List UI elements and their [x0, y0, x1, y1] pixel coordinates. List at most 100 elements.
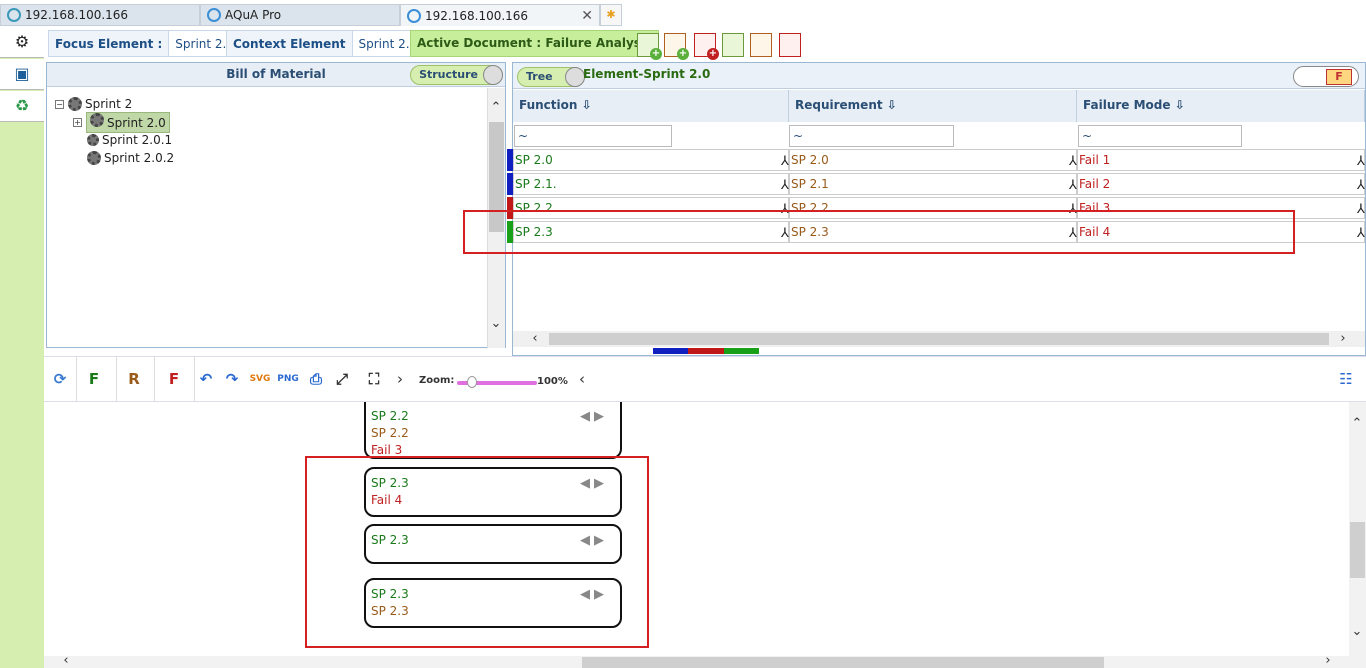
ie-icon [207, 8, 221, 22]
grid-header-bar: Tree Element-Sprint 2.0 F [513, 63, 1365, 89]
hierarchy-icon[interactable]: ⅄ [1357, 152, 1365, 172]
structure-toggle[interactable]: Structure [410, 65, 503, 85]
scroll-down-icon[interactable]: ⌄ [1349, 624, 1365, 639]
scroll-right-icon[interactable]: › [1335, 331, 1351, 346]
browser-tab-1[interactable]: 192.168.100.166 [0, 4, 200, 26]
tree-node-sprint-2-0-2[interactable]: Sprint 2.0.2 [87, 149, 174, 167]
sort-icon[interactable]: ⇩ [887, 98, 897, 112]
settings-icon[interactable]: ⚙ [0, 27, 44, 58]
tree-node-label: Sprint 2.0 [107, 115, 166, 130]
row-highlight-box [463, 210, 1295, 254]
column-header-function[interactable]: Function ⇩ [513, 90, 789, 122]
print-icon[interactable]: ⎙ [304, 367, 328, 391]
function-cell[interactable]: SP 2.1. ⅄ [513, 173, 789, 195]
tree-toggle[interactable]: Tree [517, 67, 585, 87]
hierarchy-icon[interactable]: ⅄ [781, 152, 789, 172]
close-tab-icon[interactable]: ✕ [581, 8, 593, 24]
browser-tab-2[interactable]: AQuA Pro [200, 4, 400, 26]
hierarchy-icon[interactable]: ⅄ [1357, 176, 1365, 196]
column-label: Function [519, 98, 578, 112]
tree-toggle-label: Tree [526, 70, 553, 83]
scroll-thumb[interactable] [549, 333, 1329, 345]
nodes-highlight-box [305, 456, 649, 648]
gear-icon [87, 151, 101, 165]
failure-cell[interactable]: Fail 1 ⅄ [1077, 149, 1365, 171]
hierarchy-icon[interactable]: ⅄ [1357, 200, 1365, 220]
canvas-vertical-scrollbar[interactable]: ⌃ ⌄ [1349, 402, 1366, 656]
node-nav-arrows-icon[interactable]: ◀▶ [580, 408, 608, 425]
function-filter-input[interactable]: ~ [514, 125, 672, 147]
hierarchy-icon[interactable]: ⅄ [1357, 224, 1365, 244]
checklist-icon[interactable] [779, 33, 801, 57]
canvas-horizontal-scrollbar[interactable]: ‹ › [44, 653, 1366, 668]
add-list-icon[interactable]: + [664, 33, 689, 60]
expand-icon[interactable]: + [73, 117, 82, 127]
export-png-icon[interactable]: PNG [276, 367, 300, 391]
scroll-left-icon[interactable]: ‹ [527, 331, 543, 346]
document-icon[interactable] [722, 33, 744, 57]
tree-node-sprint-2[interactable]: − Sprint 2 [55, 95, 132, 113]
new-tab-button[interactable]: ✱ [600, 4, 622, 26]
fit-screen-icon[interactable]: ⤢ [330, 367, 354, 391]
refresh-icon[interactable]: ⟳ [48, 367, 72, 391]
node-requirement-text: SP 2.2 [371, 426, 409, 440]
tree-node-sprint-2-0-1[interactable]: Sprint 2.0.1 [87, 131, 172, 149]
bill-of-material-panel: Bill of Material Structure − Sprint 2 + … [46, 62, 506, 348]
grid-horizontal-scrollbar[interactable]: ‹ › [513, 331, 1365, 347]
scroll-left-icon[interactable]: ‹ [58, 653, 74, 668]
column-header-requirement[interactable]: Requirement ⇩ [789, 90, 1077, 122]
tree-node-sprint-2-0[interactable]: + Sprint 2.0 [73, 111, 170, 133]
hierarchy-icon[interactable]: ⅄ [1069, 152, 1077, 172]
scroll-thumb[interactable] [1350, 522, 1365, 578]
remove-list-icon[interactable]: + [694, 33, 719, 60]
browser-tab-bar: 192.168.100.166 AQuA Pro 192.168.100.166… [0, 0, 1366, 27]
list-icon[interactable] [750, 33, 772, 57]
context-element-label: Context Element [233, 36, 346, 51]
splitter-handle[interactable] [653, 348, 759, 354]
requirement-cell[interactable]: SP 2.1 ⅄ [789, 173, 1077, 195]
fullscreen-icon[interactable]: ⛶ [362, 367, 386, 391]
zoom-label: Zoom: [419, 375, 455, 386]
toggle-knob [483, 65, 503, 85]
requirement-filter-button[interactable]: R [122, 367, 146, 391]
undo-icon[interactable]: ↶ [194, 367, 218, 391]
export-svg-icon[interactable]: SVG [248, 367, 272, 391]
cell-text: Fail 1 [1079, 153, 1111, 167]
zoom-slider-knob[interactable] [467, 376, 477, 388]
chart-toolbar: ⟳ F R F ↶ ↷ SVG PNG ⎙ ⤢ ⛶ › Zoom: 100% ‹… [44, 356, 1366, 403]
collapse-left-icon[interactable]: ‹ [570, 367, 594, 391]
diagram-node[interactable]: SP 2.2 SP 2.2 Fail 3 ◀▶ [364, 402, 622, 459]
hierarchy-icon[interactable]: ⅄ [781, 176, 789, 196]
requirement-filter-input[interactable]: ~ [789, 125, 954, 147]
gear-icon [87, 134, 99, 146]
sort-icon[interactable]: ⇩ [582, 98, 592, 112]
scroll-right-icon[interactable]: › [1320, 653, 1336, 668]
browser-tab-3[interactable]: 192.168.100.166 ✕ [400, 4, 600, 26]
function-filter-button[interactable]: F [82, 367, 106, 391]
zoom-value: 100% [537, 376, 568, 387]
separator [76, 357, 77, 403]
screen-icon[interactable]: ▣ [0, 59, 44, 90]
expand-right-icon[interactable]: › [388, 367, 412, 391]
separator [154, 357, 155, 403]
scroll-thumb[interactable] [582, 657, 1104, 668]
new-document-icon[interactable]: + [637, 33, 662, 60]
filter-pill[interactable]: F [1293, 66, 1359, 87]
scroll-up-icon[interactable]: ⌃ [488, 100, 504, 115]
legend-icon[interactable]: ☷ [1334, 367, 1358, 391]
requirement-cell[interactable]: SP 2.0 ⅄ [789, 149, 1077, 171]
hierarchy-icon[interactable]: ⅄ [1069, 176, 1077, 196]
sort-icon[interactable]: ⇩ [1175, 98, 1185, 112]
scroll-down-icon[interactable]: ⌄ [488, 316, 504, 331]
cycle-icon[interactable]: ♻ [0, 91, 44, 122]
redo-icon[interactable]: ↷ [220, 367, 244, 391]
function-cell[interactable]: SP 2.0 ⅄ [513, 149, 789, 171]
failure-cell[interactable]: Fail 2 ⅄ [1077, 173, 1365, 195]
failure-filter-input[interactable]: ~ [1078, 125, 1242, 147]
failure-filter-button[interactable]: F [162, 367, 186, 391]
collapse-icon[interactable]: − [55, 99, 64, 109]
cell-text: Fail 2 [1079, 177, 1111, 191]
column-label: Requirement [795, 98, 883, 112]
scroll-up-icon[interactable]: ⌃ [1349, 416, 1365, 431]
column-header-failure-mode[interactable]: Failure Mode ⇩ [1077, 90, 1365, 122]
